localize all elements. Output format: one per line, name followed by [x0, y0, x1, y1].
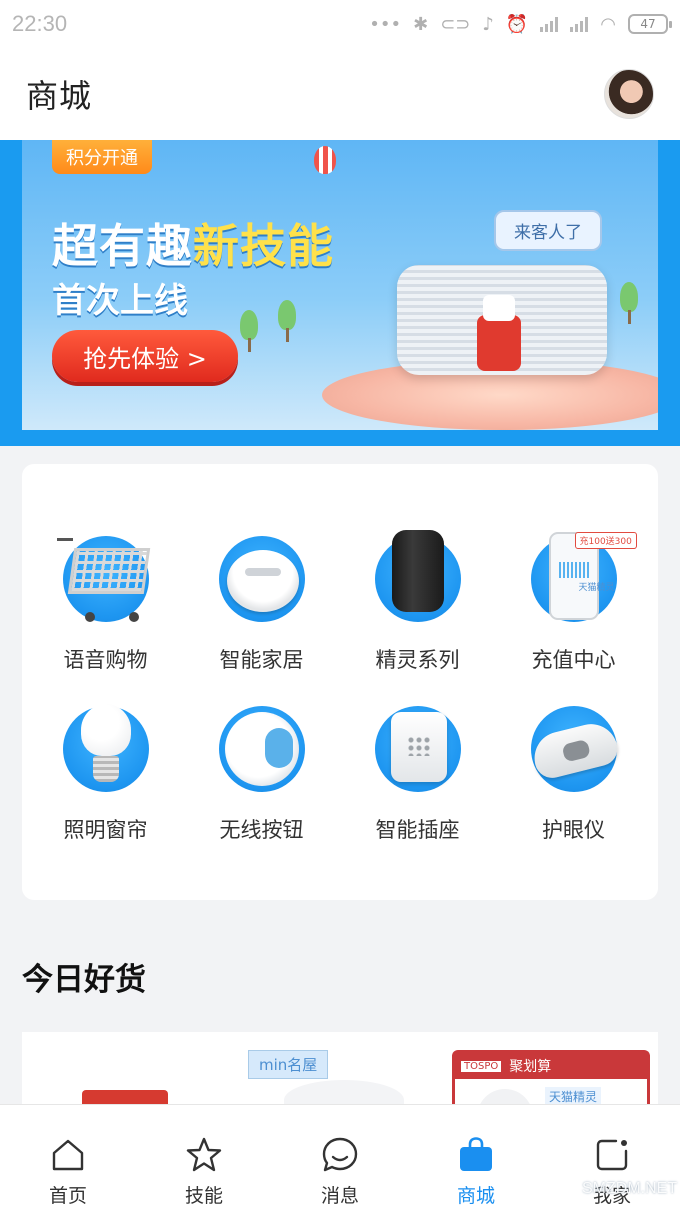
tree-illustration	[278, 300, 296, 342]
app-header: 商城	[0, 48, 680, 140]
deal-promo-card[interactable]: TOSPO 聚划算 天猫精灵	[452, 1050, 650, 1112]
phone-recharge-icon: 天猫精灵 充100送300	[530, 532, 637, 622]
wireless-button-icon	[218, 706, 305, 792]
battery-icon: 47	[628, 14, 672, 34]
promo-banner[interactable]: 积分开通 超有趣新技能 首次上线 抢先体验 > 来客人了	[22, 140, 658, 430]
socket	[390, 712, 447, 782]
star-icon	[184, 1135, 224, 1175]
smart-speaker-icon	[374, 530, 461, 622]
watermark: SMZDM.NET	[582, 1180, 678, 1197]
tab-skills[interactable]: 技能	[136, 1105, 272, 1209]
category-genie-series[interactable]: 精灵系列	[340, 530, 495, 696]
category-label: 护眼仪	[542, 818, 605, 842]
more-dots-icon: •••	[369, 13, 402, 35]
tab-mall[interactable]: 商城	[408, 1105, 544, 1209]
category-label: 智能插座	[375, 818, 460, 842]
alarm-icon: ⏰	[505, 13, 529, 35]
tab-label: 商城	[456, 1185, 495, 1207]
banner-headline: 超有趣新技能	[52, 210, 334, 276]
my-home-icon	[592, 1135, 632, 1175]
phone-brand-text: 天猫精灵	[578, 583, 615, 593]
bulb-base	[92, 756, 119, 782]
promo-title: 聚划算	[509, 1059, 552, 1075]
promo-logo: TOSPO	[461, 1060, 502, 1072]
balloon-icon	[314, 146, 336, 174]
signal-icon-2	[570, 16, 589, 32]
eye-mask	[528, 718, 621, 782]
tab-home[interactable]: 首页	[0, 1105, 136, 1209]
category-eye-massager[interactable]: 护眼仪	[496, 706, 651, 866]
deals-strip[interactable]: min名屋 TOSPO 聚划算 天猫精灵	[22, 1032, 658, 1112]
category-label: 智能家居	[219, 648, 304, 672]
battery-level: 47	[640, 17, 656, 31]
banner-area: 积分开通 超有趣新技能 首次上线 抢先体验 > 来客人了	[0, 140, 680, 446]
deal-brand-tag: min名屋	[248, 1050, 329, 1079]
category-label: 充值中心	[531, 648, 616, 672]
mascot-illustration	[477, 295, 521, 371]
message-icon	[320, 1135, 360, 1175]
shopping-cart-icon	[56, 536, 150, 622]
category-recharge-center[interactable]: 天猫精灵 充100送300 充值中心	[496, 532, 651, 696]
tab-label: 技能	[184, 1185, 223, 1207]
banner-badge: 积分开通	[52, 140, 152, 174]
banner-speech-bubble: 来客人了	[494, 210, 602, 251]
bluetooth-icon: ✱	[413, 13, 429, 35]
bottom-tab-bar: 首页 技能 消息 商城 我家	[0, 1104, 680, 1209]
recharge-tag: 充100送300	[574, 532, 637, 549]
status-icons: ••• ✱ ⊂⊃ ♪ ⏰ ◠ 47	[369, 13, 672, 35]
home-icon	[48, 1135, 88, 1175]
tree-illustration	[620, 282, 638, 324]
bulb	[80, 704, 131, 756]
signal-icon	[540, 16, 559, 32]
tab-label: 首页	[48, 1185, 87, 1207]
cart-handle	[56, 538, 73, 541]
category-label: 无线按钮	[219, 818, 304, 842]
cart-basket	[67, 548, 150, 594]
category-label: 语音购物	[63, 648, 148, 672]
banner-headline-a: 超有趣	[52, 219, 193, 273]
category-voice-shopping[interactable]: 语音购物	[28, 536, 183, 696]
category-wireless-button[interactable]: 无线按钮	[184, 706, 339, 866]
tab-label: 消息	[320, 1185, 359, 1207]
avatar[interactable]	[604, 69, 654, 119]
shopping-bag-icon	[456, 1135, 496, 1175]
banner-cta-button[interactable]: 抢先体验 >	[52, 330, 238, 382]
cart-wheel	[84, 612, 95, 622]
wifi-icon: ◠	[600, 13, 616, 35]
status-time: 22:30	[12, 11, 68, 36]
category-label: 精灵系列	[375, 648, 460, 672]
section-title-today-deals: 今日好货	[22, 962, 146, 998]
category-lighting-curtains[interactable]: 照明窗帘	[28, 704, 183, 866]
cart-wheel	[128, 612, 139, 622]
toggle-icon: ⊂⊃	[440, 13, 471, 35]
category-label: 照明窗帘	[63, 818, 148, 842]
light-bulb-icon	[62, 704, 149, 792]
deal-promo-header: TOSPO 聚划算	[455, 1053, 647, 1079]
smart-speaker	[391, 530, 444, 612]
banner-subline: 首次上线	[52, 281, 188, 321]
category-card: 语音购物 智能家居 精灵系列 天猫精灵 充100送300 充值中心 照明窗帘 无…	[22, 464, 658, 900]
status-bar: 22:30 ••• ✱ ⊂⊃ ♪ ⏰ ◠ 47	[0, 0, 680, 48]
robot-vacuum	[226, 550, 299, 612]
banner-headline-b: 新技能	[193, 219, 334, 273]
page-title: 商城	[26, 77, 93, 115]
tab-messages[interactable]: 消息	[272, 1105, 408, 1209]
robot-vacuum-icon	[218, 536, 305, 622]
category-smart-home[interactable]: 智能家居	[184, 536, 339, 696]
smart-plug-icon	[374, 706, 461, 792]
tree-illustration	[240, 310, 258, 352]
eye-massager-icon	[528, 706, 621, 792]
category-smart-plug[interactable]: 智能插座	[340, 706, 495, 866]
mute-icon: ♪	[482, 13, 494, 35]
bell-icon	[264, 728, 293, 768]
